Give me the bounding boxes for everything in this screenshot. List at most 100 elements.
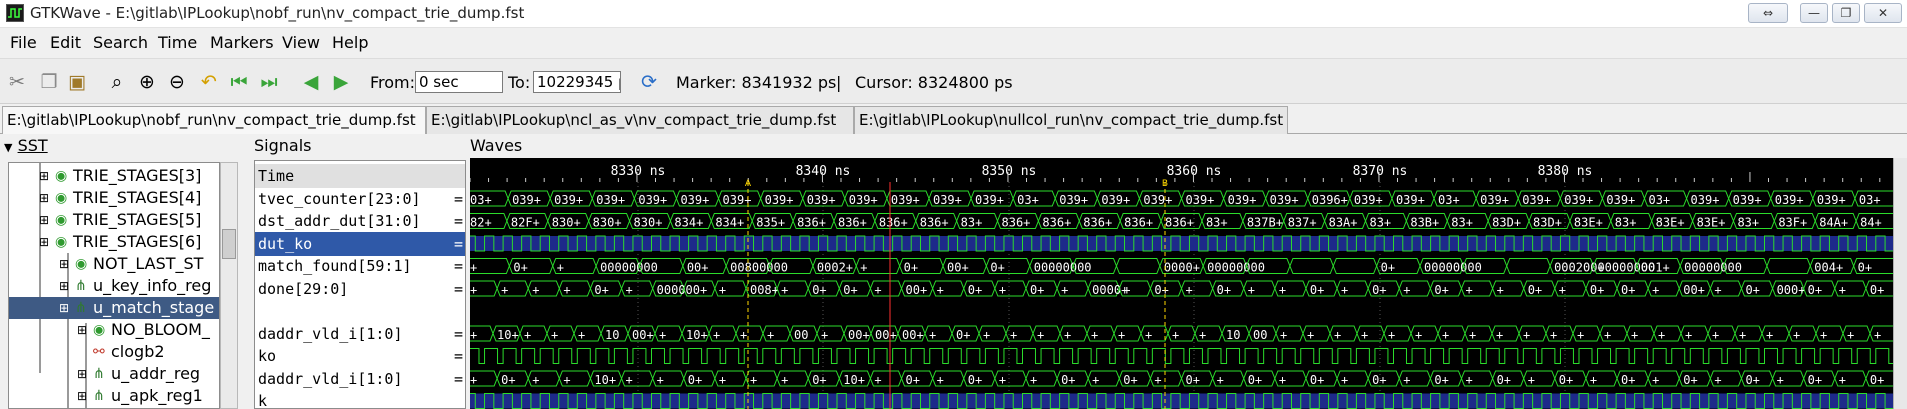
module-icon: ◉ xyxy=(55,190,68,206)
zoom-end-icon[interactable]: ⏭ xyxy=(256,69,282,95)
signal-row[interactable]: daddr_vld_i[1:0] = xyxy=(255,367,465,391)
cut-icon[interactable]: ✂ xyxy=(4,69,30,95)
signal-row[interactable] xyxy=(255,299,465,323)
back-icon[interactable]: ◀ xyxy=(298,69,324,95)
sst-tree[interactable]: ⊞ ◉ TRIE_STAGES[3] ⊞ ◉ TRIE_STAGES[4] ⊞ ◉ TRIE_S… xyxy=(8,162,220,409)
bus-value-label: 830+ xyxy=(593,216,622,230)
bus-value-label: + xyxy=(1820,328,1827,342)
sst-tree-item[interactable]: ⊞ ◉ TRIE_STAGES[4] xyxy=(9,187,219,209)
gtkwave-app-icon xyxy=(6,4,24,22)
bus-value-label: + xyxy=(1341,373,1348,387)
bus-value-label: + xyxy=(821,328,828,342)
to-input[interactable]: 10229345 ps xyxy=(533,71,621,93)
signal-row[interactable]: daddr_vld_i[1:0] = xyxy=(255,322,465,346)
waves-scrollbar[interactable] xyxy=(1893,158,1907,409)
sst-item-label: NO_BLOOM_ xyxy=(111,320,210,339)
bus-value-label: 039+ xyxy=(1101,193,1130,207)
bus-value-label: 0+ xyxy=(1217,283,1231,297)
tab-ncl-as-v[interactable]: E:\gitlab\IPLookup\ncl_as_v\nv_compact_t… xyxy=(426,106,854,134)
bus-value-label: 039+ xyxy=(1396,193,1425,207)
zoom-in-icon[interactable]: ⊕ xyxy=(134,69,160,95)
forward-icon[interactable]: ▶ xyxy=(328,69,354,95)
sst-tree-item[interactable]: ⊞ ⋔ u_apk_reg1 xyxy=(9,385,219,407)
bus-value-label: + xyxy=(1123,283,1130,297)
bus-value-label: + xyxy=(657,373,664,387)
bus-value-label: 00+ xyxy=(902,328,924,342)
signal-row[interactable]: match_found[59:1] = xyxy=(255,254,465,278)
expander-icon[interactable]: ⊞ xyxy=(59,275,69,297)
menu-search[interactable]: Search xyxy=(93,33,148,52)
from-input[interactable]: 0 sec xyxy=(415,71,503,93)
maximize-button[interactable]: ❐ xyxy=(1832,3,1860,23)
menu-help[interactable]: Help xyxy=(332,33,368,52)
tab-nobf-run[interactable]: E:\gitlab\IPLookup\nobf_run\nv_compact_t… xyxy=(2,106,426,134)
expander-icon[interactable]: ⊞ xyxy=(39,187,49,209)
signal-row[interactable]: dst_addr_dut[31:0] = xyxy=(255,209,465,233)
signal-row[interactable]: done[29:0] = xyxy=(255,277,465,301)
expander-icon[interactable]: ⊞ xyxy=(77,319,87,341)
bus-value-label: + xyxy=(1280,328,1287,342)
bus-value-label: + xyxy=(1465,283,1472,297)
menu-markers[interactable]: Markers xyxy=(210,33,274,52)
instance-icon: ⋔ xyxy=(93,366,105,382)
bus-value-label: + xyxy=(767,328,774,342)
undo-zoom-icon[interactable]: ↶ xyxy=(196,69,222,95)
paste-icon[interactable]: ▣ xyxy=(64,69,90,95)
bus-value-label: + xyxy=(1118,328,1125,342)
menu-file[interactable]: File xyxy=(10,33,37,52)
restore-layout-button[interactable]: ⇔ xyxy=(1748,3,1788,23)
sst-scroll-thumb[interactable] xyxy=(222,229,236,259)
zoom-start-icon[interactable]: ⏮ xyxy=(226,69,252,95)
from-label: From: xyxy=(370,73,416,92)
sst-tree-item[interactable]: ⚯ clogb2 xyxy=(9,341,219,363)
expander-icon[interactable]: ⊞ xyxy=(59,253,69,275)
signal-row[interactable]: tvec_counter[23:0] = xyxy=(255,187,465,211)
marker-a-label: A xyxy=(745,179,752,189)
selected-signal-fill xyxy=(470,236,1893,251)
zoom-out-icon[interactable]: ⊖ xyxy=(164,69,190,95)
sst-tree-item[interactable]: ⊞ ◉ TRIE_STAGES[3] xyxy=(9,165,219,187)
signal-name: dst_addr_dut[31:0] xyxy=(258,212,421,230)
signals-list[interactable]: Time tvec_counter[23:0] = dst_addr_dut[31:0… xyxy=(254,160,466,409)
waveform-canvas[interactable]: 8330 ns 8340 ns 8350 ns 8360 ns 8370 ns 8380 … xyxy=(470,158,1893,409)
sst-header[interactable]: ▼ SST xyxy=(4,136,48,155)
sst-tree-item[interactable]: ⊞ ◉ NOT_LAST_ST xyxy=(9,253,219,275)
signal-row[interactable]: k xyxy=(255,389,465,409)
signal-row[interactable]: dut_ko = xyxy=(255,231,465,256)
signal-row[interactable]: ko = xyxy=(255,344,465,368)
bus-value-label: 0+ xyxy=(501,373,515,387)
menu-view[interactable]: View xyxy=(282,33,320,52)
close-button[interactable]: ✕ xyxy=(1864,3,1902,23)
tab-nullcol-run[interactable]: E:\gitlab\IPLookup\nullcol_run\nv_compac… xyxy=(854,106,1288,134)
expander-icon[interactable]: ⊞ xyxy=(39,231,49,253)
expander-icon[interactable]: ⊞ xyxy=(77,385,87,407)
sst-tree-item[interactable]: ⊞ ⋔ u_key_info_reg xyxy=(9,275,219,297)
sst-tree-item[interactable]: ⊞ ◉ TRIE_STAGES[5] xyxy=(9,209,219,231)
reload-icon[interactable]: ⟳ xyxy=(636,69,662,95)
bus-value-label: + xyxy=(1415,328,1422,342)
menu-edit[interactable]: Edit xyxy=(50,33,81,52)
expander-icon[interactable]: ⊞ xyxy=(39,165,49,187)
copy-icon[interactable]: ❐ xyxy=(36,69,62,95)
sst-scrollbar[interactable] xyxy=(220,162,238,409)
sst-tree-item[interactable]: ⊞ ⋔ u_match_stage xyxy=(9,297,219,319)
bus-value-label: 00+ xyxy=(632,328,654,342)
minimize-button[interactable]: — xyxy=(1800,3,1828,23)
expander-icon[interactable]: ⊞ xyxy=(77,363,87,385)
zoom-fit-icon[interactable]: ⌕ xyxy=(104,69,130,95)
bus-value-label: 0+ xyxy=(1381,261,1395,275)
expander-icon[interactable]: ⊞ xyxy=(59,297,69,319)
signals-pane: Signals Time tvec_counter[23:0] = dst_addr_… xyxy=(252,136,468,409)
bus-value-label: 039+ xyxy=(680,193,709,207)
bus-value-label: + xyxy=(713,328,720,342)
menu-time[interactable]: Time xyxy=(158,33,197,52)
sst-tree-item[interactable]: ⊞ ◉ TRIE_STAGES[6] xyxy=(9,231,219,253)
expander-icon[interactable]: ⊞ xyxy=(39,209,49,231)
sst-tree-item[interactable]: ⊞ ⋔ u_addr_reg xyxy=(9,363,219,385)
sst-tree-item[interactable]: ⊞ ◉ NO_BLOOM_ xyxy=(9,319,219,341)
bus-value-label: 0000+ xyxy=(1164,261,1200,275)
bus-value-label: 039+ xyxy=(1522,193,1551,207)
bus-value-label: + xyxy=(1010,328,1017,342)
signals-time-header[interactable]: Time xyxy=(255,164,465,188)
signal-name: k xyxy=(258,392,268,409)
